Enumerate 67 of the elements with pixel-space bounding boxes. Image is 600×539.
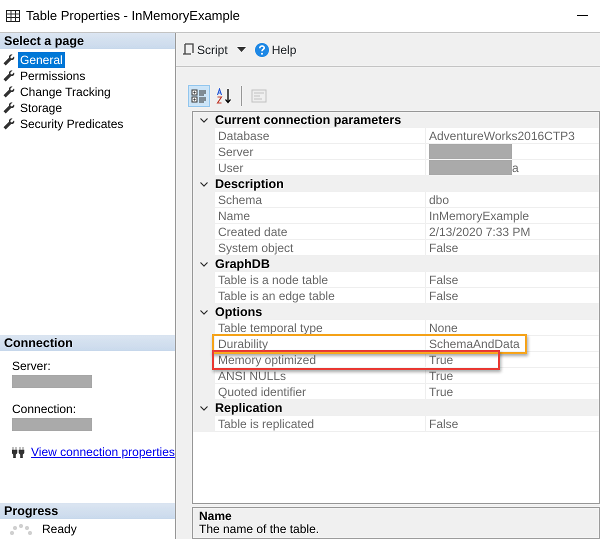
description-title: Name xyxy=(199,510,233,523)
property-value: True xyxy=(429,368,454,383)
section-header: Progress xyxy=(0,503,175,519)
wrench-icon xyxy=(3,118,15,130)
category-header: Replication xyxy=(215,400,282,417)
property-name: System object xyxy=(215,240,426,256)
property-value: None xyxy=(429,320,458,335)
description-text: The name of the table. xyxy=(199,523,320,536)
property-name: Table is a node table xyxy=(215,272,426,288)
progress-status: Ready xyxy=(42,521,77,538)
page-item[interactable]: General xyxy=(18,52,65,68)
category-header: Description xyxy=(215,176,284,193)
minimize-icon[interactable] xyxy=(577,15,588,17)
property-name: User xyxy=(215,160,426,176)
property-name: Server xyxy=(215,144,426,160)
category-header: Current connection parameters xyxy=(215,112,402,129)
chevron-down-icon[interactable] xyxy=(200,182,208,186)
property-name: Database xyxy=(215,128,426,144)
property-name: Name xyxy=(215,208,426,224)
property-value: True xyxy=(429,384,454,399)
property-name: Schema xyxy=(215,192,426,208)
category-header: Options xyxy=(215,304,262,321)
property-value: False xyxy=(429,272,458,287)
property-pages-icon xyxy=(251,88,267,104)
script-button[interactable]: Script xyxy=(182,40,228,58)
property-value: AdventureWorks2016CTP3 xyxy=(429,128,575,143)
category-header: GraphDB xyxy=(215,256,270,273)
table-icon xyxy=(6,10,20,22)
property-name: Quoted identifier xyxy=(215,384,426,400)
categorized-icon xyxy=(191,88,207,104)
chevron-down-icon[interactable] xyxy=(200,406,208,410)
wrench-icon xyxy=(3,86,15,98)
field-label: Server: xyxy=(12,358,52,375)
property-value: dbo xyxy=(429,192,450,207)
chevron-down-icon[interactable] xyxy=(200,262,208,266)
connection-link[interactable]: View connection properties xyxy=(31,443,175,461)
wrench-icon xyxy=(3,54,15,66)
property-name: Created date xyxy=(215,224,426,240)
field-label: Connection: xyxy=(12,401,78,418)
property-value: False xyxy=(429,240,458,255)
wrench-icon xyxy=(3,102,15,114)
window-title: Table Properties - InMemoryExample xyxy=(26,7,240,26)
property-value: SchemaAndData xyxy=(429,336,520,351)
property-value: True xyxy=(429,352,454,367)
property-value: InMemoryExample xyxy=(429,208,530,223)
sort-az-icon xyxy=(216,88,232,104)
categorized-button[interactable] xyxy=(188,85,210,107)
help-icon xyxy=(254,42,269,56)
property-value: a xyxy=(512,160,519,175)
property-name: Table is replicated xyxy=(215,416,426,432)
help-button[interactable]: Help xyxy=(254,40,296,58)
chevron-down-icon[interactable] xyxy=(200,118,208,122)
section-header: Connection xyxy=(0,335,175,351)
script-icon xyxy=(182,43,194,56)
page-item[interactable]: Security Predicates xyxy=(18,116,126,132)
property-value: 2/13/2020 7:33 PM xyxy=(429,224,530,239)
property-value: False xyxy=(429,288,458,303)
section-header: Select a page xyxy=(0,33,175,49)
plug-icon xyxy=(12,446,25,458)
property-value: False xyxy=(429,416,458,431)
caret-icon[interactable] xyxy=(236,47,246,52)
chevron-down-icon[interactable] xyxy=(200,310,208,314)
page-item[interactable]: Change Tracking xyxy=(18,84,113,100)
property-name: Table is an edge table xyxy=(215,288,426,304)
page-item[interactable]: Permissions xyxy=(18,68,88,84)
page-item[interactable]: Storage xyxy=(18,100,64,116)
wrench-icon xyxy=(3,70,15,82)
